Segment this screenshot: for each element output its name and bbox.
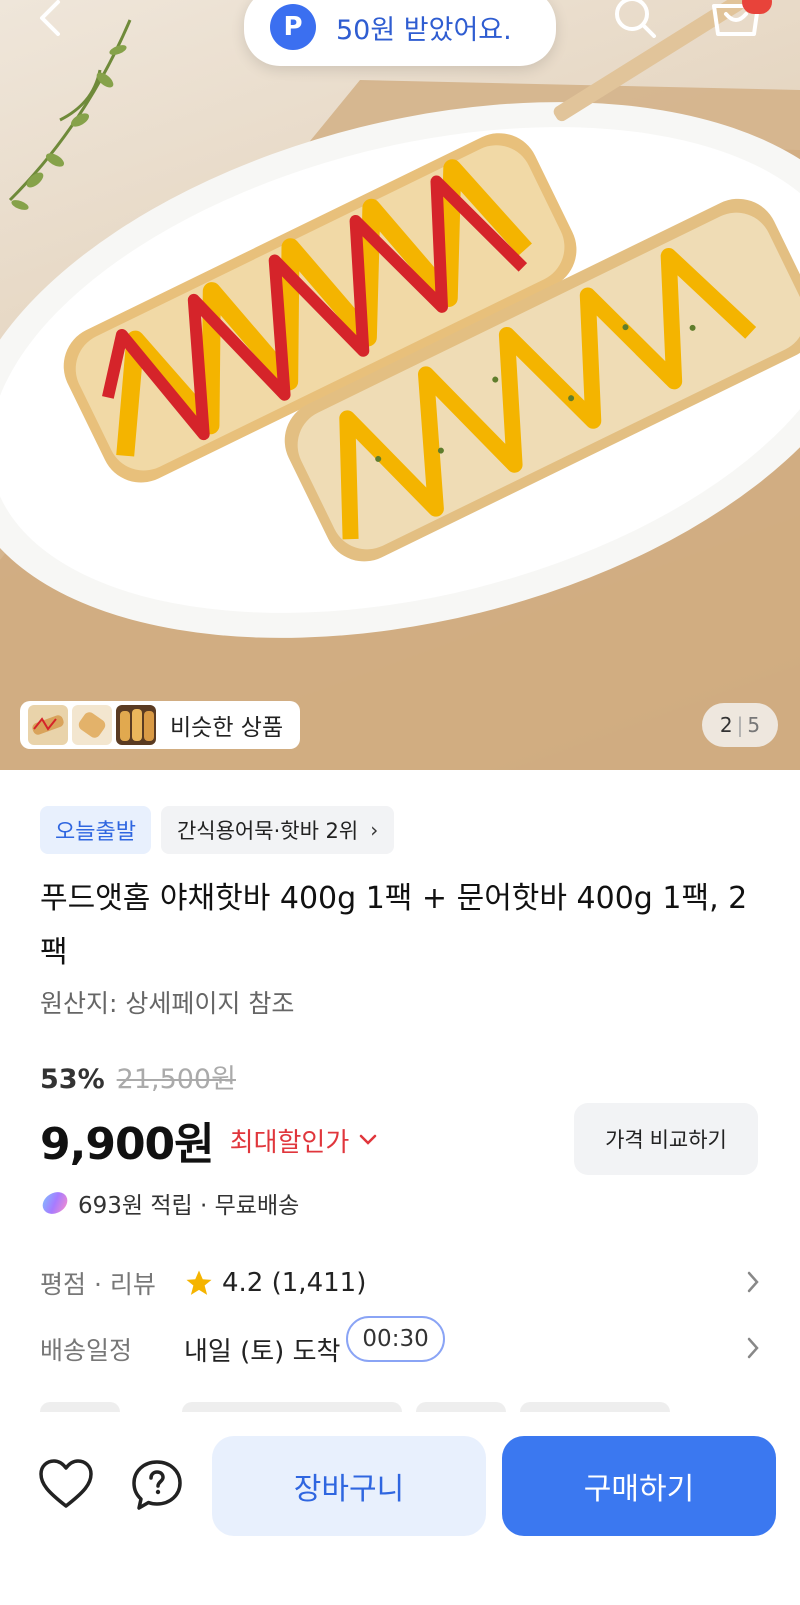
toast-text: 50원 받았어요.	[336, 14, 512, 46]
delivery-label: 배송일정	[40, 1336, 133, 1365]
discount-rate: 53%	[40, 1064, 105, 1095]
original-price: 21,500원	[116, 1064, 236, 1095]
product-image[interactable]: P 50원 받았어요. 비슷한 상품 2 | 5	[0, 0, 800, 770]
product-title: 푸드앳홈 야채핫바 400g 1팩 + 문어핫바 400g 1팩, 2팩	[40, 881, 748, 970]
similar-products-label: 비슷한 상품	[170, 715, 284, 741]
similar-thumb	[72, 705, 112, 745]
chevron-down-icon	[360, 1134, 377, 1145]
heart-icon[interactable]	[38, 1458, 94, 1510]
sale-price: 9,900원	[40, 1119, 215, 1170]
chevron-right-icon	[747, 1271, 759, 1293]
add-to-cart-button[interactable]: 장바구니	[212, 1436, 486, 1536]
reward-coin-icon	[42, 1192, 68, 1214]
max-discount-label: 최대할인가	[229, 1127, 350, 1158]
similar-products-button[interactable]: 비슷한 상품	[20, 701, 300, 749]
reward-shipping-text: 693원 적립 · 무료배송	[78, 1193, 300, 1219]
image-counter-separator: |	[736, 713, 744, 737]
chevron-right-icon	[747, 1337, 759, 1359]
product-origin: 원산지: 상세페이지 참조	[40, 989, 295, 1018]
category-rank-link[interactable]: 간식용어묵·핫바 2위 ›	[160, 806, 395, 854]
same-day-badge: 오늘출발	[40, 806, 151, 854]
back-icon[interactable]	[30, 0, 74, 40]
max-discount-toggle[interactable]: 최대할인가	[230, 1122, 378, 1159]
delivery-countdown: 00:30	[346, 1316, 445, 1362]
search-icon[interactable]	[612, 0, 660, 38]
points-toast: P 50원 받았어요.	[244, 0, 556, 66]
reward-shipping-row: 693원 적립 · 무료배송	[40, 1186, 299, 1220]
image-counter-total: 5	[747, 713, 761, 737]
chevron-right-icon: ›	[370, 818, 379, 842]
rating-value: 4.2 (1,411)	[222, 1268, 367, 1298]
product-photo	[0, 0, 800, 770]
buy-now-button[interactable]: 구매하기	[502, 1436, 776, 1536]
price-row: 9,900원 최대할인가	[40, 1108, 377, 1172]
similar-thumb	[28, 705, 68, 745]
similar-thumb	[116, 705, 156, 745]
category-rank-label: 간식용어묵·핫바 2위	[176, 819, 359, 843]
discount-row: 53% 21,500원	[40, 1057, 236, 1096]
product-badges: 오늘출발 간식용어묵·핫바 2위 ›	[40, 806, 395, 854]
delivery-schedule-row[interactable]: 배송일정 내일 (토) 도착 00:30	[40, 1316, 760, 1374]
help-icon[interactable]	[130, 1458, 184, 1512]
rating-label: 평점 · 리뷰	[40, 1270, 156, 1299]
delivery-value: 내일 (토) 도착	[184, 1336, 341, 1367]
star-icon	[186, 1270, 212, 1295]
compare-price-button[interactable]: 가격 비교하기	[574, 1103, 758, 1175]
image-counter-current: 2	[719, 713, 733, 737]
image-counter: 2 | 5	[702, 703, 778, 747]
rating-review-row[interactable]: 평점 · 리뷰 4.2 (1,411)	[40, 1258, 760, 1308]
points-badge: P	[270, 4, 316, 50]
